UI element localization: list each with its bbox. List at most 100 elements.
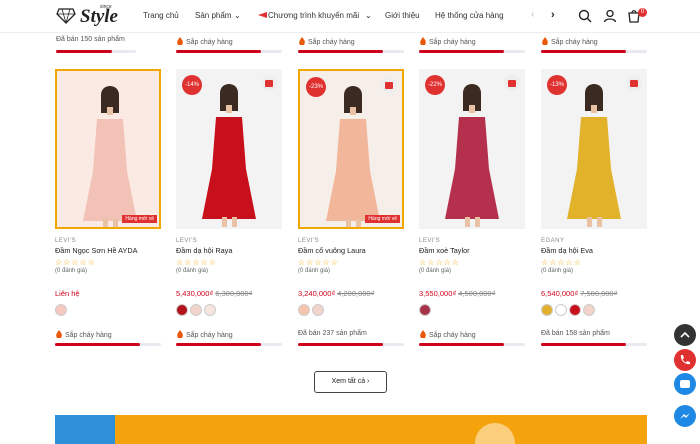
- stock-bar: [298, 343, 404, 346]
- product-price: 3,550,000₫ 4,500,000₫: [419, 289, 496, 298]
- product-name[interactable]: Đầm Ngọc Sơn Hề AYDA: [55, 246, 138, 255]
- rating-stars: ☆☆☆☆☆: [541, 258, 582, 267]
- product-brand: LEVI'S: [298, 238, 320, 244]
- messenger-button[interactable]: [674, 405, 696, 427]
- site-header: since Style Trang chủ Sản phẩm ⌄ Chương …: [0, 0, 700, 33]
- color-swatch[interactable]: [419, 304, 431, 316]
- hot-label: Sắp cháy hàng: [419, 330, 476, 339]
- color-swatch[interactable]: [541, 304, 553, 316]
- sold-count: Đã bán 158 sản phẩm: [541, 330, 610, 337]
- nav-about[interactable]: Giới thiệu: [385, 11, 420, 20]
- discount-badge: -23%: [306, 77, 326, 97]
- color-swatch[interactable]: [55, 304, 67, 316]
- user-icon[interactable]: [603, 9, 617, 23]
- promo-banner[interactable]: [55, 415, 647, 444]
- product-image[interactable]: Hàng mới về: [55, 69, 161, 229]
- review-count: (0 đánh giá): [541, 268, 574, 274]
- old-price: 7,500,000₫: [580, 289, 618, 298]
- product-image[interactable]: -13%: [541, 69, 647, 229]
- product-name[interactable]: Đầm xoè Taylor: [419, 246, 470, 255]
- review-count: (0 đánh giá): [419, 268, 452, 274]
- discount-badge: -14%: [182, 75, 202, 95]
- banner-decoration: [55, 415, 115, 444]
- stock-bar: [55, 343, 161, 346]
- color-swatch[interactable]: [312, 304, 324, 316]
- nav-promotions[interactable]: Chương trình khuyến mãi: [268, 11, 359, 20]
- product-name[interactable]: Đầm dạ hội Raya: [176, 246, 232, 255]
- product-brand: EGANY: [541, 238, 565, 244]
- gift-icon: [261, 75, 277, 91]
- product-image[interactable]: -22%: [419, 69, 525, 229]
- product-brand: LEVI'S: [55, 238, 77, 244]
- flame-icon: [420, 37, 426, 45]
- hot-label: Sắp cháy hàng: [176, 37, 233, 46]
- product-name[interactable]: Đầm cổ vuông Laura: [298, 246, 366, 255]
- color-swatch[interactable]: [176, 304, 188, 316]
- product-price: Liên hệ: [55, 289, 80, 298]
- product-brand: LEVI'S: [176, 238, 198, 244]
- flame-icon: [299, 37, 305, 45]
- old-price: 4,200,000₫: [337, 289, 375, 298]
- hot-label: Sắp cháy hàng: [298, 37, 355, 46]
- see-all-button[interactable]: Xem tất cả ›: [314, 371, 387, 393]
- brand-logo[interactable]: since Style: [56, 4, 122, 30]
- product-image[interactable]: -14%: [176, 69, 282, 229]
- stock-bar: [298, 50, 404, 53]
- flame-icon: [420, 330, 426, 338]
- hot-label: Sắp cháy hàng: [176, 330, 233, 339]
- rating-stars: ☆☆☆☆☆: [55, 258, 96, 267]
- search-icon[interactable]: [578, 9, 592, 23]
- product-price: 6,540,000₫ 7,500,000₫: [541, 289, 618, 298]
- flame-icon: [177, 330, 183, 338]
- chevron-down-icon: ⌄: [365, 11, 372, 20]
- chevron-right-icon[interactable]: ›: [551, 9, 565, 23]
- flame-icon: [542, 37, 548, 45]
- model-photo: [83, 86, 137, 227]
- product-image[interactable]: -23% Hàng mới về: [298, 69, 404, 229]
- stock-bar: [56, 50, 136, 53]
- zalo-button[interactable]: [674, 373, 696, 395]
- review-count: (0 đánh giá): [176, 268, 209, 274]
- logo-text: Style: [80, 6, 118, 27]
- stock-bar: [176, 50, 282, 53]
- new-arrival-ribbon: Hàng mới về: [122, 215, 157, 223]
- stock-bar: [419, 50, 525, 53]
- product-price: 3,240,000₫ 4,200,000₫: [298, 289, 375, 298]
- color-swatches: [541, 303, 597, 321]
- color-swatch[interactable]: [298, 304, 310, 316]
- flame-icon: [177, 37, 183, 45]
- old-price: 4,500,000₫: [458, 289, 496, 298]
- gift-icon: [626, 75, 642, 91]
- product-name[interactable]: Đầm dạ hội Eva: [541, 246, 593, 255]
- chevron-left-icon[interactable]: ‹: [531, 9, 545, 23]
- stock-bar: [419, 343, 525, 346]
- stock-bar: [176, 343, 282, 346]
- gift-icon: [504, 75, 520, 91]
- color-swatch[interactable]: [204, 304, 216, 316]
- old-price: 6,300,000₫: [215, 289, 253, 298]
- color-swatch[interactable]: [190, 304, 202, 316]
- cart-count-badge: 0: [638, 8, 647, 17]
- hot-label: Sắp cháy hàng: [55, 330, 112, 339]
- product-price: 5,430,000₫ 6,300,000₫: [176, 289, 253, 298]
- nav-products[interactable]: Sản phẩm: [195, 11, 231, 20]
- nav-stores[interactable]: Hệ thống cửa hàng: [435, 11, 504, 20]
- promo-icon: [258, 11, 267, 21]
- nav-home[interactable]: Trang chủ: [143, 11, 179, 20]
- color-swatches: [176, 303, 218, 321]
- sold-count: Đã bán 237 sản phẩm: [298, 330, 367, 337]
- color-swatches: [55, 303, 69, 321]
- hot-label: Sắp cháy hàng: [419, 37, 476, 46]
- rating-stars: ☆☆☆☆☆: [419, 258, 460, 267]
- color-swatch[interactable]: [583, 304, 595, 316]
- color-swatches: [419, 303, 433, 321]
- chevron-down-icon: ⌄: [234, 11, 241, 20]
- new-arrival-ribbon: Hàng mới về: [365, 215, 400, 223]
- discount-badge: -13%: [547, 75, 567, 95]
- review-count: (0 đánh giá): [55, 268, 88, 274]
- color-swatch[interactable]: [555, 304, 567, 316]
- color-swatch[interactable]: [569, 304, 581, 316]
- phone-button[interactable]: [674, 349, 696, 371]
- scroll-top-button[interactable]: [674, 324, 696, 346]
- flame-icon: [56, 330, 62, 338]
